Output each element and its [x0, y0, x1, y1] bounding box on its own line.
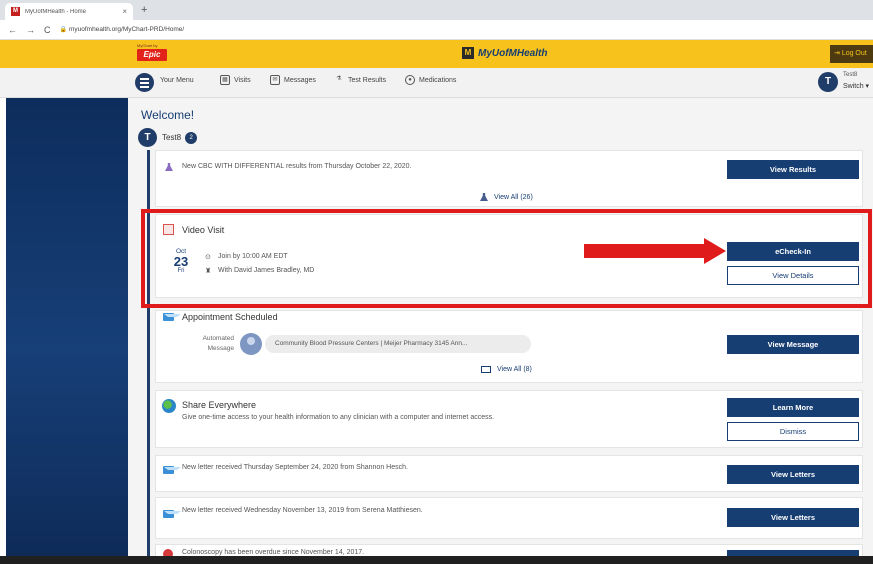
automated-message-label: Automated Message: [190, 334, 234, 354]
user-avatar[interactable]: T: [818, 72, 838, 92]
hamburger-line: [140, 82, 149, 84]
browser-tab[interactable]: M MyUofMHealth - Home ×: [5, 3, 133, 20]
calendar-icon: ▦: [220, 75, 230, 85]
menu-item-label: Test Results: [348, 76, 387, 84]
reload-button[interactable]: C: [44, 25, 51, 35]
menu-item-visits[interactable]: ▦ Visits: [220, 75, 251, 85]
envelope-icon: [481, 366, 491, 373]
view-letters-button[interactable]: View Letters: [727, 508, 859, 527]
sender-avatar: [240, 333, 262, 355]
dismiss-button[interactable]: Dismiss: [727, 422, 859, 441]
profile-name: Test8: [162, 133, 182, 142]
logout-label: Log Out: [841, 50, 867, 57]
os-taskbar: [0, 556, 873, 564]
automated-label-line: Message: [207, 345, 234, 352]
epic-logo: Epic: [137, 49, 167, 61]
switch-user-button[interactable]: Switch ▾: [843, 82, 869, 90]
share-text: Give one-time access to your health info…: [182, 414, 495, 421]
flask-icon: ⚗: [336, 76, 342, 82]
profile-badge[interactable]: 2: [185, 131, 198, 144]
logout-icon: ⇥: [834, 50, 842, 57]
menu-item-medications[interactable]: ● Medications: [405, 75, 456, 85]
browser-address-bar: ← → C 🔒 myuofmhealth.org/MyChart-PRD/Hom…: [0, 20, 873, 40]
letter-text: New letter received Wednesday November 1…: [182, 507, 423, 514]
lock-icon: 🔒: [59, 27, 67, 33]
brand-logo[interactable]: M MyUofMHealth: [462, 47, 547, 59]
view-message-button[interactable]: View Message: [727, 335, 859, 354]
epic-caption: MyChart by: [137, 43, 158, 48]
view-all-results-link[interactable]: View All (26): [480, 193, 533, 201]
view-letters-button[interactable]: View Letters: [727, 465, 859, 484]
view-all-label: View All (8): [497, 366, 532, 373]
hamburger-line: [140, 78, 149, 80]
favicon-icon: M: [11, 7, 20, 16]
profile-row: T Test8 2: [138, 128, 198, 147]
forward-button[interactable]: →: [26, 25, 35, 35]
welcome-title: Welcome!: [141, 108, 195, 122]
back-button[interactable]: ←: [8, 25, 17, 35]
menu-toggle-button[interactable]: [135, 73, 154, 92]
letter-text: New letter received Thursday September 2…: [182, 464, 408, 471]
view-all-messages-link[interactable]: View All (8): [481, 366, 532, 373]
results-text: New CBC WITH DIFFERENTIAL results from T…: [182, 163, 412, 170]
profile-avatar[interactable]: T: [138, 128, 157, 147]
tab-title: MyUofMHealth - Home: [25, 8, 87, 15]
url-input[interactable]: myuofmhealth.org/MyChart-PRD/Home/: [69, 26, 184, 33]
app-header: MyChart by Epic M MyUofMHealth ⇥ Log Out: [0, 40, 873, 68]
overdue-text: Colonoscopy has been overdue since Novem…: [182, 549, 365, 556]
new-tab-button[interactable]: +: [141, 4, 147, 16]
menu-item-label: Messages: [284, 76, 316, 84]
menu-item-label: Medications: [419, 76, 457, 84]
appointment-title: Appointment Scheduled: [182, 312, 278, 322]
flask-icon: [480, 193, 488, 201]
pills-icon: ●: [405, 75, 415, 85]
user-name: Test8: [843, 72, 858, 78]
logout-button[interactable]: ⇥ Log Out: [830, 45, 873, 63]
envelope-icon: [163, 510, 181, 518]
browser-tab-bar: M MyUofMHealth - Home × +: [0, 0, 873, 20]
arrow-shaft: [584, 244, 706, 258]
menu-item-label: Visits: [234, 76, 251, 84]
share-title: Share Everywhere: [182, 400, 257, 410]
menu-bar: Your Menu ▦ Visits ✉ Messages ⚗ Test Res…: [0, 68, 873, 98]
tab-close-icon[interactable]: ×: [122, 7, 127, 16]
message-preview-pill[interactable]: Community Blood Pressure Centers | Meije…: [265, 335, 531, 353]
view-results-button[interactable]: View Results: [727, 160, 859, 179]
menu-item-messages[interactable]: ✉ Messages: [270, 75, 316, 85]
menu-item-test-results[interactable]: ⚗ Test Results: [334, 75, 386, 85]
envelope-icon: [163, 313, 181, 321]
view-all-label: View All (26): [494, 193, 533, 201]
brand-name: MyUofMHealth: [478, 47, 548, 59]
left-panel: [6, 98, 128, 556]
highlight-box: [141, 209, 872, 308]
learn-more-button[interactable]: Learn More: [727, 398, 859, 417]
automated-label-line: Automated: [202, 335, 234, 342]
hamburger-line: [140, 86, 149, 88]
brand-mark-icon: M: [462, 47, 474, 59]
envelope-icon: ✉: [270, 75, 280, 85]
app-root: M MyUofMHealth - Home × + ← → C 🔒 myuofm…: [0, 0, 873, 564]
globe-icon: [162, 399, 176, 413]
your-menu-label[interactable]: Your Menu: [160, 77, 194, 84]
envelope-icon: [163, 466, 181, 474]
flask-icon: [165, 163, 179, 171]
arrow-head: [704, 238, 726, 264]
